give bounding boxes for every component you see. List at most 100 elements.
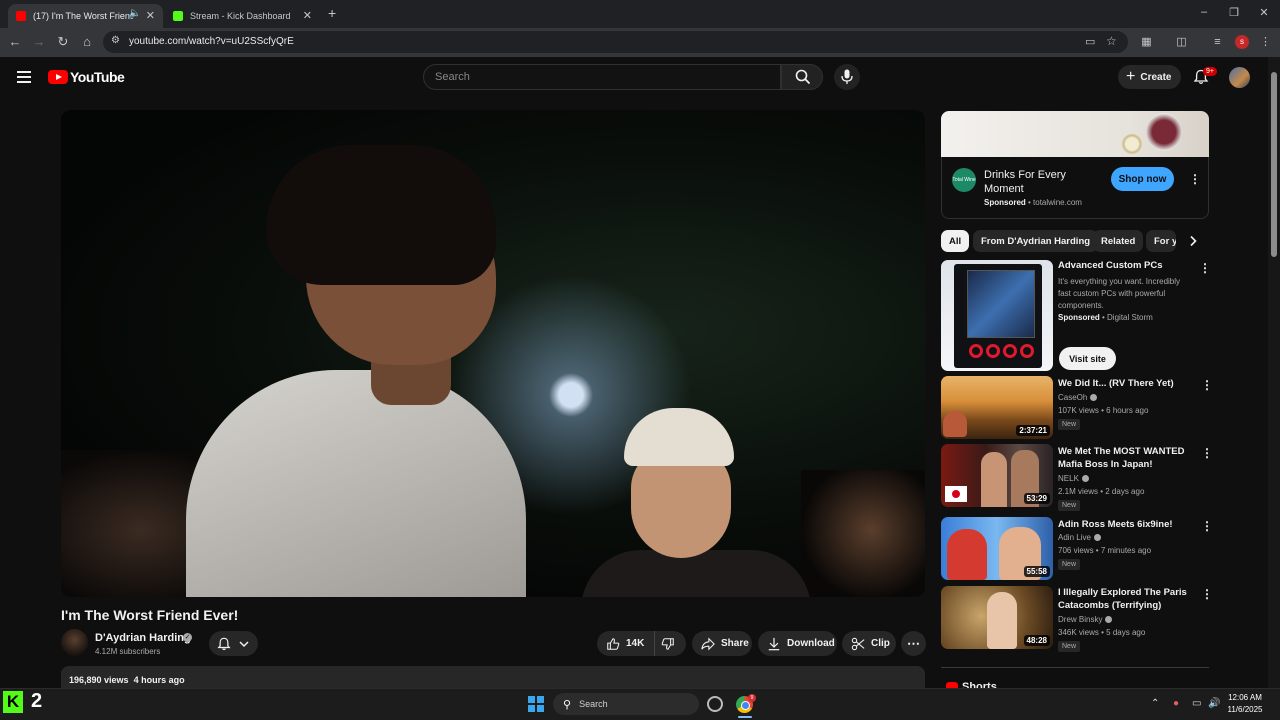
chip-all[interactable]: All: [941, 230, 970, 252]
share-button[interactable]: Share: [692, 631, 752, 656]
minimize-icon[interactable]: –: [1196, 6, 1212, 18]
thumbnail-person: [981, 452, 1007, 507]
tab-title: (17) I'm The Worst Friend E: [33, 11, 133, 21]
site-info-icon[interactable]: ⚙: [111, 35, 120, 46]
ad-more-options-icon[interactable]: ⋮: [1189, 173, 1201, 185]
video-thumbnail[interactable]: 53:29: [941, 444, 1053, 507]
tray-overflow-chevron-icon[interactable]: ⌃: [1151, 698, 1159, 709]
channel-avatar[interactable]: [61, 629, 88, 656]
view-count: 196,890 views: [69, 675, 129, 685]
ad-banner-image[interactable]: [941, 111, 1209, 157]
video-channel-name[interactable]: Drew Binsky: [1058, 615, 1113, 624]
video-more-options-icon[interactable]: ⋮: [1201, 447, 1213, 459]
ad-domain: totalwine.com: [1033, 198, 1082, 207]
taskbar-search[interactable]: ⚲ Search: [553, 693, 699, 715]
close-window-icon[interactable]: ✕: [1256, 6, 1272, 19]
video-title-link[interactable]: I Illegally Explored The Paris Catacombs…: [1058, 586, 1188, 612]
browser-menu-icon[interactable]: ⋮: [1259, 36, 1272, 49]
like-count: 14K: [626, 638, 645, 649]
video-title-link[interactable]: We Did It... (RV There Yet): [1058, 377, 1188, 390]
hamburger-menu-icon[interactable]: [17, 71, 31, 83]
sponsored-label: Sponsored: [984, 198, 1026, 207]
subscription-notification-button[interactable]: [209, 631, 258, 656]
close-tab-icon[interactable]: ✕: [303, 9, 312, 22]
verified-check-icon: [1093, 534, 1101, 542]
display-icon[interactable]: ▭: [1192, 698, 1201, 709]
plus-icon: +: [1126, 68, 1136, 85]
windows-start-icon[interactable]: [528, 696, 544, 712]
forward-icon[interactable]: →: [31, 34, 47, 50]
video-meta: 346K views • 5 days ago: [1058, 628, 1146, 637]
sponsored-more-options-icon[interactable]: ⋮: [1199, 262, 1211, 274]
video-more-options-icon[interactable]: ⋮: [1201, 588, 1213, 600]
taskbar-clock-time[interactable]: 12:06 AM: [1222, 693, 1268, 702]
kick-logo-icon[interactable]: K: [3, 691, 23, 713]
tab-kick[interactable]: Stream - Kick Dashboard ✕: [165, 4, 320, 28]
chip-from-channel[interactable]: From D'Aydrian Harding: [973, 230, 1099, 252]
video-title-link[interactable]: We Met The MOST WANTED Mafia Boss In Jap…: [1058, 445, 1188, 471]
more-actions-button[interactable]: ⋯: [901, 631, 926, 656]
video-title-link[interactable]: Adin Ross Meets 6ix9ine!: [1058, 518, 1188, 531]
video-meta: 706 views • 7 minutes ago: [1058, 546, 1152, 555]
logo-text: YouTube: [70, 69, 125, 85]
youtube-play-icon: [48, 70, 68, 84]
visit-site-button[interactable]: Visit site: [1059, 347, 1116, 370]
cast-icon[interactable]: ▭: [1085, 35, 1095, 48]
video-thumbnail[interactable]: 48:28: [941, 586, 1053, 649]
profile-icon[interactable]: s: [1235, 35, 1249, 49]
video-more-options-icon[interactable]: ⋮: [1201, 520, 1213, 532]
channel-name[interactable]: D'Aydrian Harding: [95, 632, 191, 644]
reading-list-icon[interactable]: ≡: [1211, 36, 1224, 49]
video-channel-name[interactable]: Adin Live: [1058, 533, 1101, 542]
tab-youtube[interactable]: (17) I'm The Worst Friend E 🔈 ✕: [8, 4, 163, 28]
ad-title[interactable]: Drinks For Every Moment: [984, 168, 1094, 196]
home-icon[interactable]: ⌂: [79, 34, 95, 50]
clip-button[interactable]: Clip: [842, 631, 896, 656]
split-view-icon[interactable]: ◫: [1175, 36, 1188, 49]
voice-search-button[interactable]: [834, 64, 860, 90]
restore-icon[interactable]: ❐: [1226, 6, 1242, 19]
video-thumbnail[interactable]: 2:37:21: [941, 376, 1053, 439]
verified-check-icon: [1081, 475, 1089, 483]
channel-label: Adin Live: [1058, 533, 1091, 542]
microphone-in-use-icon[interactable]: ●: [1173, 698, 1179, 709]
microphone-icon: [841, 69, 853, 84]
reload-icon[interactable]: ↻: [55, 34, 71, 50]
address-bar[interactable]: ⚙ youtube.com/watch?v=uU2SScfyQrE ▭ ☆: [103, 31, 1128, 53]
youtube-logo[interactable]: YouTube: [48, 69, 125, 85]
create-button[interactable]: + Create: [1118, 65, 1181, 89]
back-icon[interactable]: ←: [7, 34, 23, 50]
shop-now-button[interactable]: Shop now: [1111, 167, 1174, 191]
extensions-icon[interactable]: ▦: [1140, 36, 1153, 49]
notification-badge: 9+: [1203, 67, 1217, 76]
verified-check-icon: ✓: [183, 633, 192, 642]
video-thumbnail[interactable]: 55:58: [941, 517, 1053, 580]
video-channel-name[interactable]: CaseOh: [1058, 393, 1098, 402]
search-button[interactable]: [781, 64, 823, 90]
chip-for-you[interactable]: For y: [1146, 230, 1176, 252]
dislike-button[interactable]: [655, 631, 685, 656]
taskbar-app-icon[interactable]: [707, 696, 723, 712]
video-more-options-icon[interactable]: ⋮: [1201, 379, 1213, 391]
search-input[interactable]: [424, 65, 780, 89]
new-tab-button[interactable]: +: [328, 5, 336, 21]
volume-icon[interactable]: 🔊: [1208, 698, 1220, 709]
video-channel-name[interactable]: NELK: [1058, 474, 1089, 483]
chrome-notification-badge: 9: [748, 694, 756, 702]
taskbar-clock-date[interactable]: 11/6/2025: [1222, 705, 1268, 714]
subscriber-count: 4.12M subscribers: [95, 647, 161, 656]
close-tab-icon[interactable]: ✕: [146, 9, 155, 22]
channel-label: CaseOh: [1058, 393, 1088, 402]
search-icon: ⚲: [563, 698, 572, 711]
scrollbar-thumb[interactable]: [1271, 72, 1277, 257]
video-player[interactable]: [61, 110, 925, 597]
chevron-right-icon[interactable]: [1187, 235, 1199, 247]
sponsored-thumbnail[interactable]: [941, 260, 1053, 371]
account-avatar[interactable]: [1229, 67, 1250, 88]
download-button[interactable]: Download: [758, 631, 837, 656]
bookmark-star-icon[interactable]: ☆: [1106, 34, 1117, 48]
kick-favicon-icon: [173, 11, 183, 21]
like-button[interactable]: 14K: [597, 631, 655, 656]
chip-related[interactable]: Related: [1093, 230, 1144, 252]
sponsored-video-title[interactable]: Advanced Custom PCs: [1058, 260, 1163, 271]
